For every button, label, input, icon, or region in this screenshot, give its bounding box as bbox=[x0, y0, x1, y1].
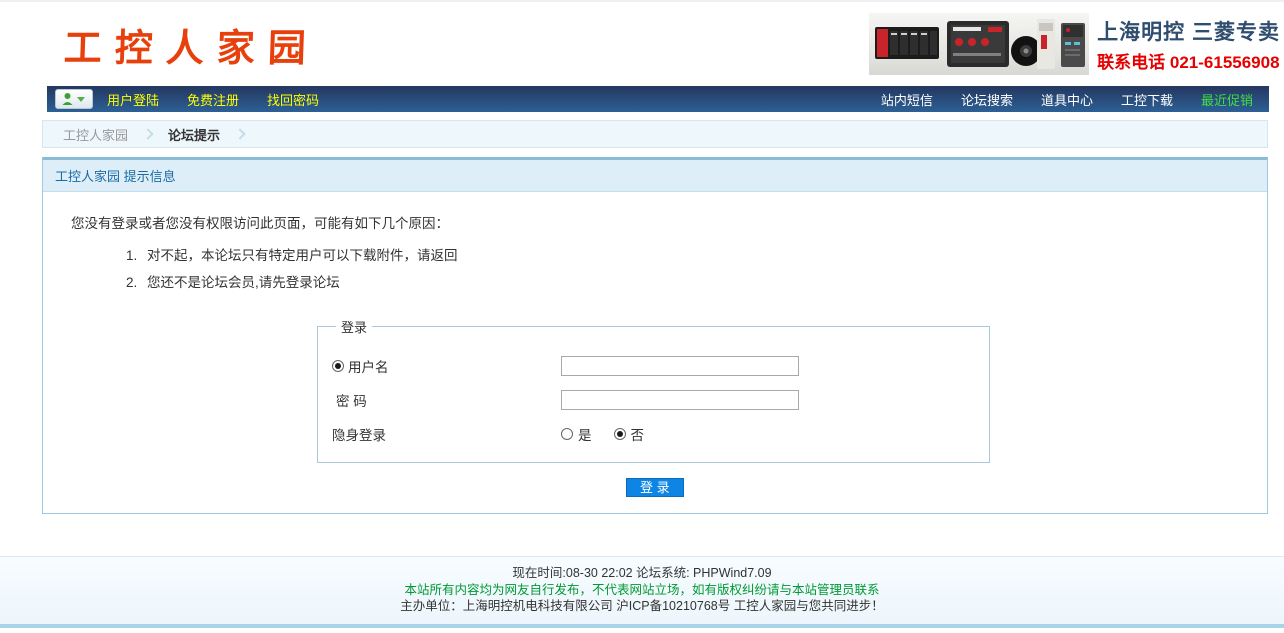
invisible-login-row: 隐身登录 是 否 bbox=[332, 422, 975, 446]
password-input[interactable] bbox=[561, 390, 799, 410]
login-button-row: 登 录 bbox=[626, 478, 1267, 497]
reason-item: 对不起，本论坛只有特定用户可以下载附件，请返回 bbox=[141, 244, 1267, 264]
inverter-image bbox=[1061, 23, 1085, 67]
username-radio[interactable] bbox=[332, 360, 344, 372]
reason-item: 您还不是论坛会员,请先登录论坛 bbox=[141, 271, 1267, 291]
login-legend: 登录 bbox=[336, 317, 372, 336]
chevron-down-icon bbox=[77, 97, 85, 102]
site-footer: 现在时间:08-30 22:02 论坛系统: PHPWind7.09 本站所有内… bbox=[0, 556, 1284, 624]
contact-block: 上海明控 三菱专卖 联系电话 021-61556908 bbox=[1097, 16, 1282, 73]
footer-company-icp: 主办单位：上海明控机电科技有限公司 沪ICP备10210768号 工控人家园与您… bbox=[0, 598, 1284, 615]
user-icon bbox=[63, 93, 73, 105]
dealer-title: 上海明控 三菱专卖 bbox=[1097, 16, 1280, 46]
notice-intro: 您没有登录或者您没有权限访问此页面，可能有如下几个原因： bbox=[71, 212, 1267, 232]
nav-download-link[interactable]: 工控下载 bbox=[1121, 90, 1173, 109]
navbar: 用户登陆 免费注册 找回密码 站内短信 论坛搜索 道具中心 工控下载 最近促销 bbox=[47, 86, 1269, 112]
username-row: 用户名 bbox=[332, 354, 975, 378]
contact-phone: 联系电话 021-61556908 bbox=[1097, 48, 1280, 73]
panel-title: 工控人家园 提示信息 bbox=[43, 160, 1267, 192]
username-label: 用户名 bbox=[348, 356, 389, 376]
password-label: 密 码 bbox=[336, 390, 367, 410]
nav-find-password-link[interactable]: 找回密码 bbox=[267, 90, 319, 109]
invisible-login-label: 隐身登录 bbox=[332, 424, 386, 444]
password-label-group: 密 码 bbox=[332, 390, 561, 410]
products-illustration bbox=[869, 13, 1089, 75]
nav-tools-link[interactable]: 道具中心 bbox=[1041, 90, 1093, 109]
products-banner-image bbox=[869, 13, 1089, 75]
plc-image bbox=[875, 27, 939, 59]
site-header: 工控人家园 bbox=[0, 2, 1284, 86]
login-fieldset: 登录 用户名 密 码 隐身登录 是 bbox=[317, 317, 990, 463]
site-logo[interactable]: 工控人家园 bbox=[63, 17, 320, 72]
username-input[interactable] bbox=[561, 356, 799, 376]
invisible-yes-radio[interactable] bbox=[561, 428, 573, 440]
panel-body: 您没有登录或者您没有权限访问此页面，可能有如下几个原因： 对不起，本论坛只有特定… bbox=[43, 192, 1267, 513]
invisible-no-option: 否 bbox=[614, 424, 645, 444]
hmi-image bbox=[947, 21, 1009, 67]
nav-promo-link[interactable]: 最近促销 bbox=[1201, 90, 1253, 109]
nav-register-link[interactable]: 免费注册 bbox=[187, 90, 239, 109]
footer-disclaimer: 本站所有内容均为网友自行发布，不代表网站立场，如有版权纠纷请与本站管理员联系 bbox=[0, 582, 1284, 599]
footer-time-system: 现在时间:08-30 22:02 论坛系统: PHPWind7.09 bbox=[0, 565, 1284, 582]
password-row: 密 码 bbox=[332, 388, 975, 412]
reason-list: 对不起，本论坛只有特定用户可以下载附件，请返回 您还不是论坛会员,请先登录论坛 bbox=[43, 244, 1267, 291]
invisible-yes-label: 是 bbox=[578, 424, 592, 444]
username-label-group: 用户名 bbox=[332, 356, 561, 376]
nav-search-link[interactable]: 论坛搜索 bbox=[961, 90, 1013, 109]
user-menu-button[interactable] bbox=[55, 89, 93, 109]
breadcrumb-current: 论坛提示 bbox=[168, 125, 220, 144]
invisible-label-group: 隐身登录 bbox=[332, 424, 561, 444]
chevron-right-icon bbox=[234, 128, 245, 139]
breadcrumb-home-link[interactable]: 工控人家园 bbox=[63, 125, 128, 144]
invisible-no-label: 否 bbox=[631, 424, 645, 444]
bottom-divider bbox=[0, 624, 1284, 628]
notice-panel: 工控人家园 提示信息 您没有登录或者您没有权限访问此页面，可能有如下几个原因： … bbox=[42, 157, 1268, 514]
header-banner: 上海明控 三菱专卖 联系电话 021-61556908 bbox=[869, 13, 1282, 75]
invisible-no-radio[interactable] bbox=[614, 428, 626, 440]
navbar-right: 站内短信 论坛搜索 道具中心 工控下载 最近促销 bbox=[853, 90, 1253, 109]
invisible-yes-option: 是 bbox=[561, 424, 592, 444]
nav-messages-link[interactable]: 站内短信 bbox=[881, 90, 933, 109]
chevron-right-icon bbox=[142, 128, 153, 139]
login-button[interactable]: 登 录 bbox=[626, 478, 684, 497]
nav-login-link[interactable]: 用户登陆 bbox=[107, 90, 159, 109]
breadcrumb: 工控人家园 论坛提示 bbox=[42, 120, 1268, 148]
navbar-left: 用户登陆 免费注册 找回密码 bbox=[55, 89, 347, 109]
